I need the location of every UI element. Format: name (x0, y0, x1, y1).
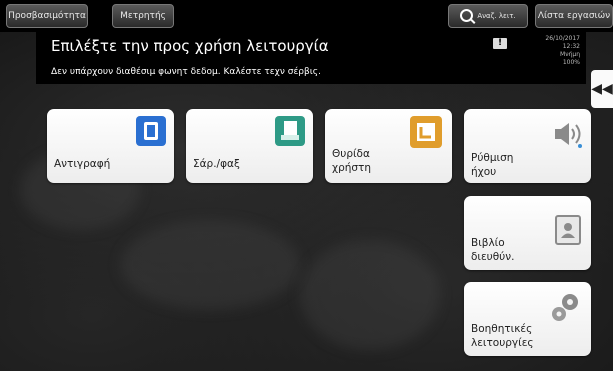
user-box-label-line2: χρήστη (332, 162, 372, 174)
utility-tile[interactable]: Βοηθητικές λειτουργίες (464, 282, 591, 356)
sound-settings-label: Ρύθμιση ήχου (471, 151, 513, 179)
speaker-icon (555, 123, 582, 148)
address-book-tile[interactable]: Βιβλίο διευθύν. (464, 196, 591, 270)
sound-label-line2: ήχου (471, 166, 497, 178)
gears-icon (552, 294, 578, 321)
user-box-label: Θυρίδα χρήστη (332, 147, 371, 175)
user-box-label-line1: Θυρίδα (332, 148, 370, 160)
date-text: 26/10/2017 (545, 35, 580, 42)
counter-button[interactable]: Μετρητής (112, 4, 174, 28)
accessibility-button[interactable]: Προσβασιμότητα (6, 4, 88, 28)
status-message: Δεν υπάρχουν διαθέσιμ φωνητ δεδομ. Καλέσ… (51, 67, 321, 77)
scan-fax-tile[interactable]: Σάρ./φαξ (186, 109, 313, 183)
function-search-button[interactable]: Αναζ. λειτ. (448, 4, 528, 28)
scan-fax-icon (275, 116, 305, 146)
copy-icon (136, 116, 166, 146)
search-icon (460, 9, 474, 22)
address-book-label: Βιβλίο διευθύν. (471, 236, 514, 264)
rewind-icon[interactable]: ◀◀ (591, 70, 613, 108)
scan-fax-label: Σάρ./φαξ (193, 158, 240, 170)
page-title: Επιλέξτε την προς χρήση λειτουργία (51, 37, 329, 55)
notice-icon[interactable]: ! (493, 38, 507, 49)
date-time-panel: 26/10/2017 12:32 Μνήμη 100% (545, 35, 580, 67)
background-texture (120, 220, 300, 310)
copy-tile[interactable]: Αντιγραφή (47, 109, 174, 183)
job-list-button[interactable]: Λίστα εργασιών (535, 4, 613, 28)
address-book-icon (555, 215, 581, 245)
utility-label: Βοηθητικές λειτουργίες (471, 322, 534, 350)
address-book-label-line2: διευθύν. (471, 251, 515, 263)
home-screen: Προσβασιμότητα Μετρητής Αναζ. λειτ. Λίστ… (0, 0, 613, 371)
user-box-icon (410, 116, 442, 148)
sound-settings-tile[interactable]: Ρύθμιση ήχου (464, 109, 591, 183)
user-box-tile[interactable]: Θυρίδα χρήστη (325, 109, 452, 183)
sound-label-line1: Ρύθμιση (471, 152, 514, 164)
utility-label-line1: Βοηθητικές (471, 323, 533, 335)
top-bar: Προσβασιμότητα Μετρητής Αναζ. λειτ. Λίστ… (0, 0, 613, 32)
message-header: Επιλέξτε την προς χρήση λειτουργία Δεν υ… (36, 32, 586, 84)
time-text: 12:32 (562, 43, 580, 50)
background-texture (300, 240, 440, 350)
memory-label: Μνήμη (560, 51, 580, 58)
utility-label-line2: λειτουργίες (471, 337, 534, 349)
address-book-label-line1: Βιβλίο (471, 237, 505, 249)
memory-value: 100% (562, 59, 580, 66)
copy-label: Αντιγραφή (54, 158, 111, 170)
function-search-label: Αναζ. λειτ. (477, 12, 516, 20)
